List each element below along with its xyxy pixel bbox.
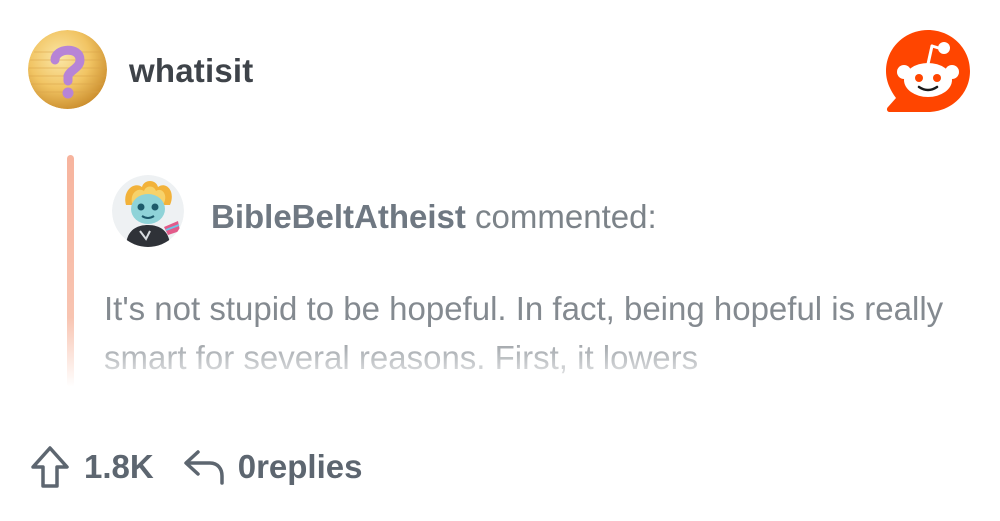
- user-avatar[interactable]: [112, 175, 184, 247]
- community-name[interactable]: whatisit: [129, 52, 253, 90]
- replies-label: replies: [256, 448, 363, 485]
- user-avatar-image: [112, 175, 184, 247]
- replies-number: 0: [237, 448, 257, 485]
- comment-header: BibleBeltAtheist commented:: [211, 198, 657, 236]
- replies-count[interactable]: 0replies: [238, 448, 363, 486]
- reddit-snoo-icon: [884, 28, 972, 116]
- comment-verb: commented:: [475, 198, 657, 235]
- comment-author[interactable]: BibleBeltAtheist: [211, 198, 466, 235]
- community-avatar[interactable]: [28, 30, 107, 109]
- reply-arrow-icon[interactable]: [182, 447, 226, 487]
- post-footer: 1.8K 0replies: [30, 442, 362, 492]
- comment-body[interactable]: It's not stupid to be hopeful. In fact, …: [104, 284, 984, 376]
- score-count: 1.8K: [84, 448, 154, 485]
- question-mark-coin-icon: [28, 30, 107, 109]
- quote-bar: [67, 155, 74, 387]
- upvote-arrow-icon[interactable]: [30, 445, 70, 489]
